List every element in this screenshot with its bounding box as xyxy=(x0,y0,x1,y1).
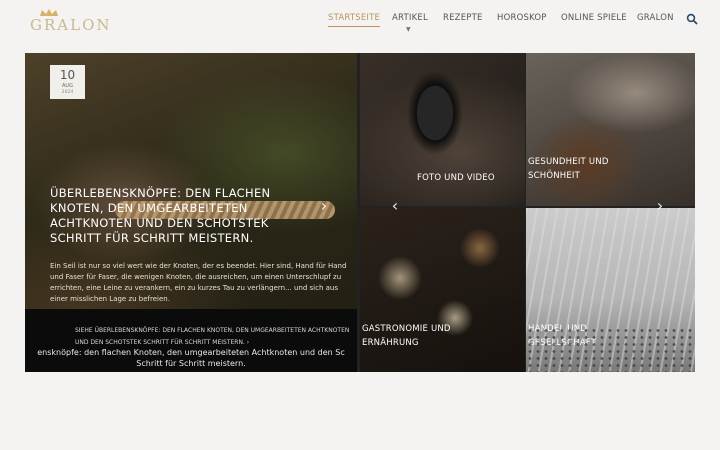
nav-item-rezepte[interactable]: REZEPTE xyxy=(443,13,483,23)
tile-overlay xyxy=(526,208,695,372)
nav-item-startseite[interactable]: STARTSEITE xyxy=(328,13,381,27)
date-year: 2024 xyxy=(61,90,74,95)
nav-item-gralon[interactable]: GRALON xyxy=(637,13,674,23)
tile-label: GESUNDHEIT UND SCHÖNHEIT xyxy=(528,157,609,181)
featured-grid: 10 AUG 2024 Überlebensknöpfe: den flache… xyxy=(25,53,695,372)
category-tile-foto-und-video[interactable]: FOTO UND VIDEO xyxy=(360,53,525,206)
read-more-link[interactable]: SIEHE ÜBERLEBENSKNÖPFE: DEN FLACHEN KNOT… xyxy=(75,325,355,349)
tile-overlay xyxy=(526,53,695,206)
search-icon[interactable] xyxy=(686,13,698,25)
nav-item-artikel[interactable]: ARTIKEL ▼ xyxy=(392,13,428,33)
date-badge: 10 AUG 2024 xyxy=(50,65,85,99)
hero-title[interactable]: Überlebensknöpfe: den flachen Knoten, de… xyxy=(50,186,320,246)
hero-image-alt-text: ensknöpfe: den flachen Knoten, den umgea… xyxy=(25,347,357,369)
category-tile-gastronomie[interactable]: GASTRONOMIE UND ERNÄHRUNG xyxy=(360,208,525,372)
hero-next-arrow[interactable]: › xyxy=(317,197,331,215)
main-nav: STARTSEITE ARTIKEL ▼ REZEPTE HOROSKOP ON… xyxy=(0,13,720,33)
tile-label: GASTRONOMIE UND ERNÄHRUNG xyxy=(362,324,451,348)
carousel-next-arrow[interactable]: › xyxy=(653,197,667,215)
hero-article[interactable]: 10 AUG 2024 Überlebensknöpfe: den flache… xyxy=(25,53,357,372)
date-day: 10 xyxy=(59,68,76,82)
site-header: GRALON STARTSEITE ARTIKEL ▼ REZEPTE HORO… xyxy=(0,0,720,44)
nav-item-horoskop[interactable]: HOROSKOP xyxy=(497,13,547,23)
chevron-right-icon: › xyxy=(246,339,250,346)
date-month: AUG xyxy=(62,83,73,89)
alt-text-line-1: ensknöpfe: den flachen Knoten, den umgea… xyxy=(37,348,345,357)
nav-item-online-spiele[interactable]: ONLINE SPIELE xyxy=(561,13,627,23)
category-tile-handel[interactable]: HANDEL UND GESELLSCHAFT xyxy=(526,208,695,372)
chevron-down-icon: ▼ xyxy=(406,26,411,33)
carousel-prev-arrow[interactable]: ‹ xyxy=(388,197,402,215)
nav-item-label: ARTIKEL xyxy=(392,13,428,23)
hero-excerpt: Ein Seil ist nur so viel wert wie der Kn… xyxy=(50,262,347,303)
tile-label: HANDEL UND GESELLSCHAFT xyxy=(528,324,597,348)
alt-text-line-2: Schritt für Schritt meistern. xyxy=(136,359,246,368)
tile-label: FOTO UND VIDEO xyxy=(417,173,495,183)
category-tile-gesundheit[interactable]: GESUNDHEIT UND SCHÖNHEIT xyxy=(526,53,695,206)
hero-link-bar: SIEHE ÜBERLEBENSKNÖPFE: DEN FLACHEN KNOT… xyxy=(25,309,357,372)
read-more-label: SIEHE ÜBERLEBENSKNÖPFE: DEN FLACHEN KNOT… xyxy=(75,327,350,346)
